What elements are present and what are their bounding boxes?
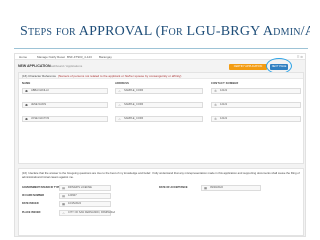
map-pin-icon: ⌂ [118,103,121,107]
map-pin-icon: ⌂ [118,89,121,93]
character-reference-note: (Name/s of persons not related to the ap… [58,74,182,78]
user-icon: ☗ [25,103,28,107]
nav-barangay-link[interactable]: Barangay [99,55,112,59]
column-header-address: ADDRESS [115,82,130,85]
reference-address-field[interactable]: ⌂ SAMPLE_CORP [115,116,203,122]
id-card-icon: ▤ [62,194,65,198]
column-header-contact: CONTACT NUMBER [211,82,239,85]
reference-name-value: ABBA NAKILLO [31,89,50,92]
reference-address-value: SAMPLE_CORP [124,89,144,92]
calendar-icon: ▦ [62,202,65,206]
reference-contact-value: 12121 [220,89,228,92]
breadcrumb[interactable]: Dashboard / Applications [49,64,82,69]
date-accepted-label: DATE OF ACCEPTANCE [159,186,188,189]
nav-settings-icon[interactable]: ☰ ⚙ [297,55,303,59]
column-header-name: NAME [22,82,31,85]
top-navbar: Home Manage Notify Reset BSF-FT903_4-123… [15,54,305,60]
phone-icon: ✆ [214,89,217,93]
reference-name-value: JENE NAKIS [31,103,47,106]
id-number-label: ID CARD NUMBER [22,194,45,197]
nav-home-link[interactable]: Home [19,55,27,59]
certify-application-button[interactable]: CERTIFY APPLICATION [229,64,267,70]
calendar-icon: ▦ [204,186,207,190]
user-icon: ☗ [25,89,28,93]
declaration-text: (16) I declare that the answer to the fo… [22,172,300,179]
reference-contact-field[interactable]: ✆ 12121 [211,102,301,108]
phone-icon: ✆ [214,117,217,121]
government-id-field[interactable]: ▤ DRIVER'S LICENSE [59,185,111,191]
application-screenshot: Home Manage Notify Reset BSF-FT903_4-123… [14,53,306,237]
id-card-icon: ▤ [62,186,65,190]
reference-contact-value: 12121 [220,103,228,106]
reference-address-value: SAMPLE_CORP [124,103,144,106]
reference-contact-value: 12121 [220,117,228,120]
reference-name-field[interactable]: ☗ ABBA NAKILLO [22,88,108,94]
nav-manager-link[interactable]: Manage Notify Reset [37,55,65,59]
id-number-field[interactable]: ▤ 123907 [59,193,111,199]
place-issued-value: CITY OF SAN FERNANDO, PAMPANGA [68,211,116,214]
reference-contact-field[interactable]: ✆ 12121 [211,88,301,94]
date-issued-field[interactable]: ▦ 10/15/2024 [59,201,111,207]
reference-name-field[interactable]: ☗ JENE NAKIS [22,102,108,108]
date-issued-label: DATE ISSUED [22,202,39,205]
slide-title: Steps for APPROVAL (For LGU-BRGY Admin/A… [20,24,310,39]
government-id-value: DRIVER'S LICENSE [68,186,92,189]
character-reference-title: (16) Character Reference [22,74,57,78]
phone-icon: ✆ [214,103,217,107]
date-accepted-field[interactable]: ▦ 09/30/2022 [201,185,261,191]
reference-address-value: SAMPLE_CORP [124,117,144,120]
government-id-label: GOVERNMENT ISSUED ID TYPE [22,186,61,189]
date-issued-value: 10/15/2024 [68,202,81,205]
nav-app-link[interactable]: BSF-FT903_4-123 [67,55,92,59]
id-number-value: 123907 [68,194,77,197]
map-pin-icon: ⌂ [118,117,121,121]
place-issued-field[interactable]: ⌂ CITY OF SAN FERNANDO, PAMPANGA [59,210,115,216]
character-reference-header: (16) Character Reference (Name/s of perso… [19,73,303,79]
reference-address-field[interactable]: ⌂ SAMPLE_CORP [115,88,203,94]
user-icon: ☗ [25,117,28,121]
date-accepted-value: 09/30/2022 [210,186,223,189]
reference-contact-field[interactable]: ✆ 12121 [211,116,301,122]
reference-name-value: JOSE NACTOS [31,117,50,120]
page-title: NEW APPLICATION [18,64,51,68]
declaration-panel: (16) I declare that the answer to the fo… [18,168,304,236]
map-pin-icon: ⌂ [62,211,65,215]
title-divider [14,48,308,49]
reference-name-field[interactable]: ☗ JOSE NACTOS [22,116,108,122]
place-issued-label: PLACE ISSUED [22,211,41,214]
character-reference-panel: (16) Character Reference (Name/s of perso… [18,72,304,164]
reference-address-field[interactable]: ⌂ SAMPLE_CORP [115,102,203,108]
